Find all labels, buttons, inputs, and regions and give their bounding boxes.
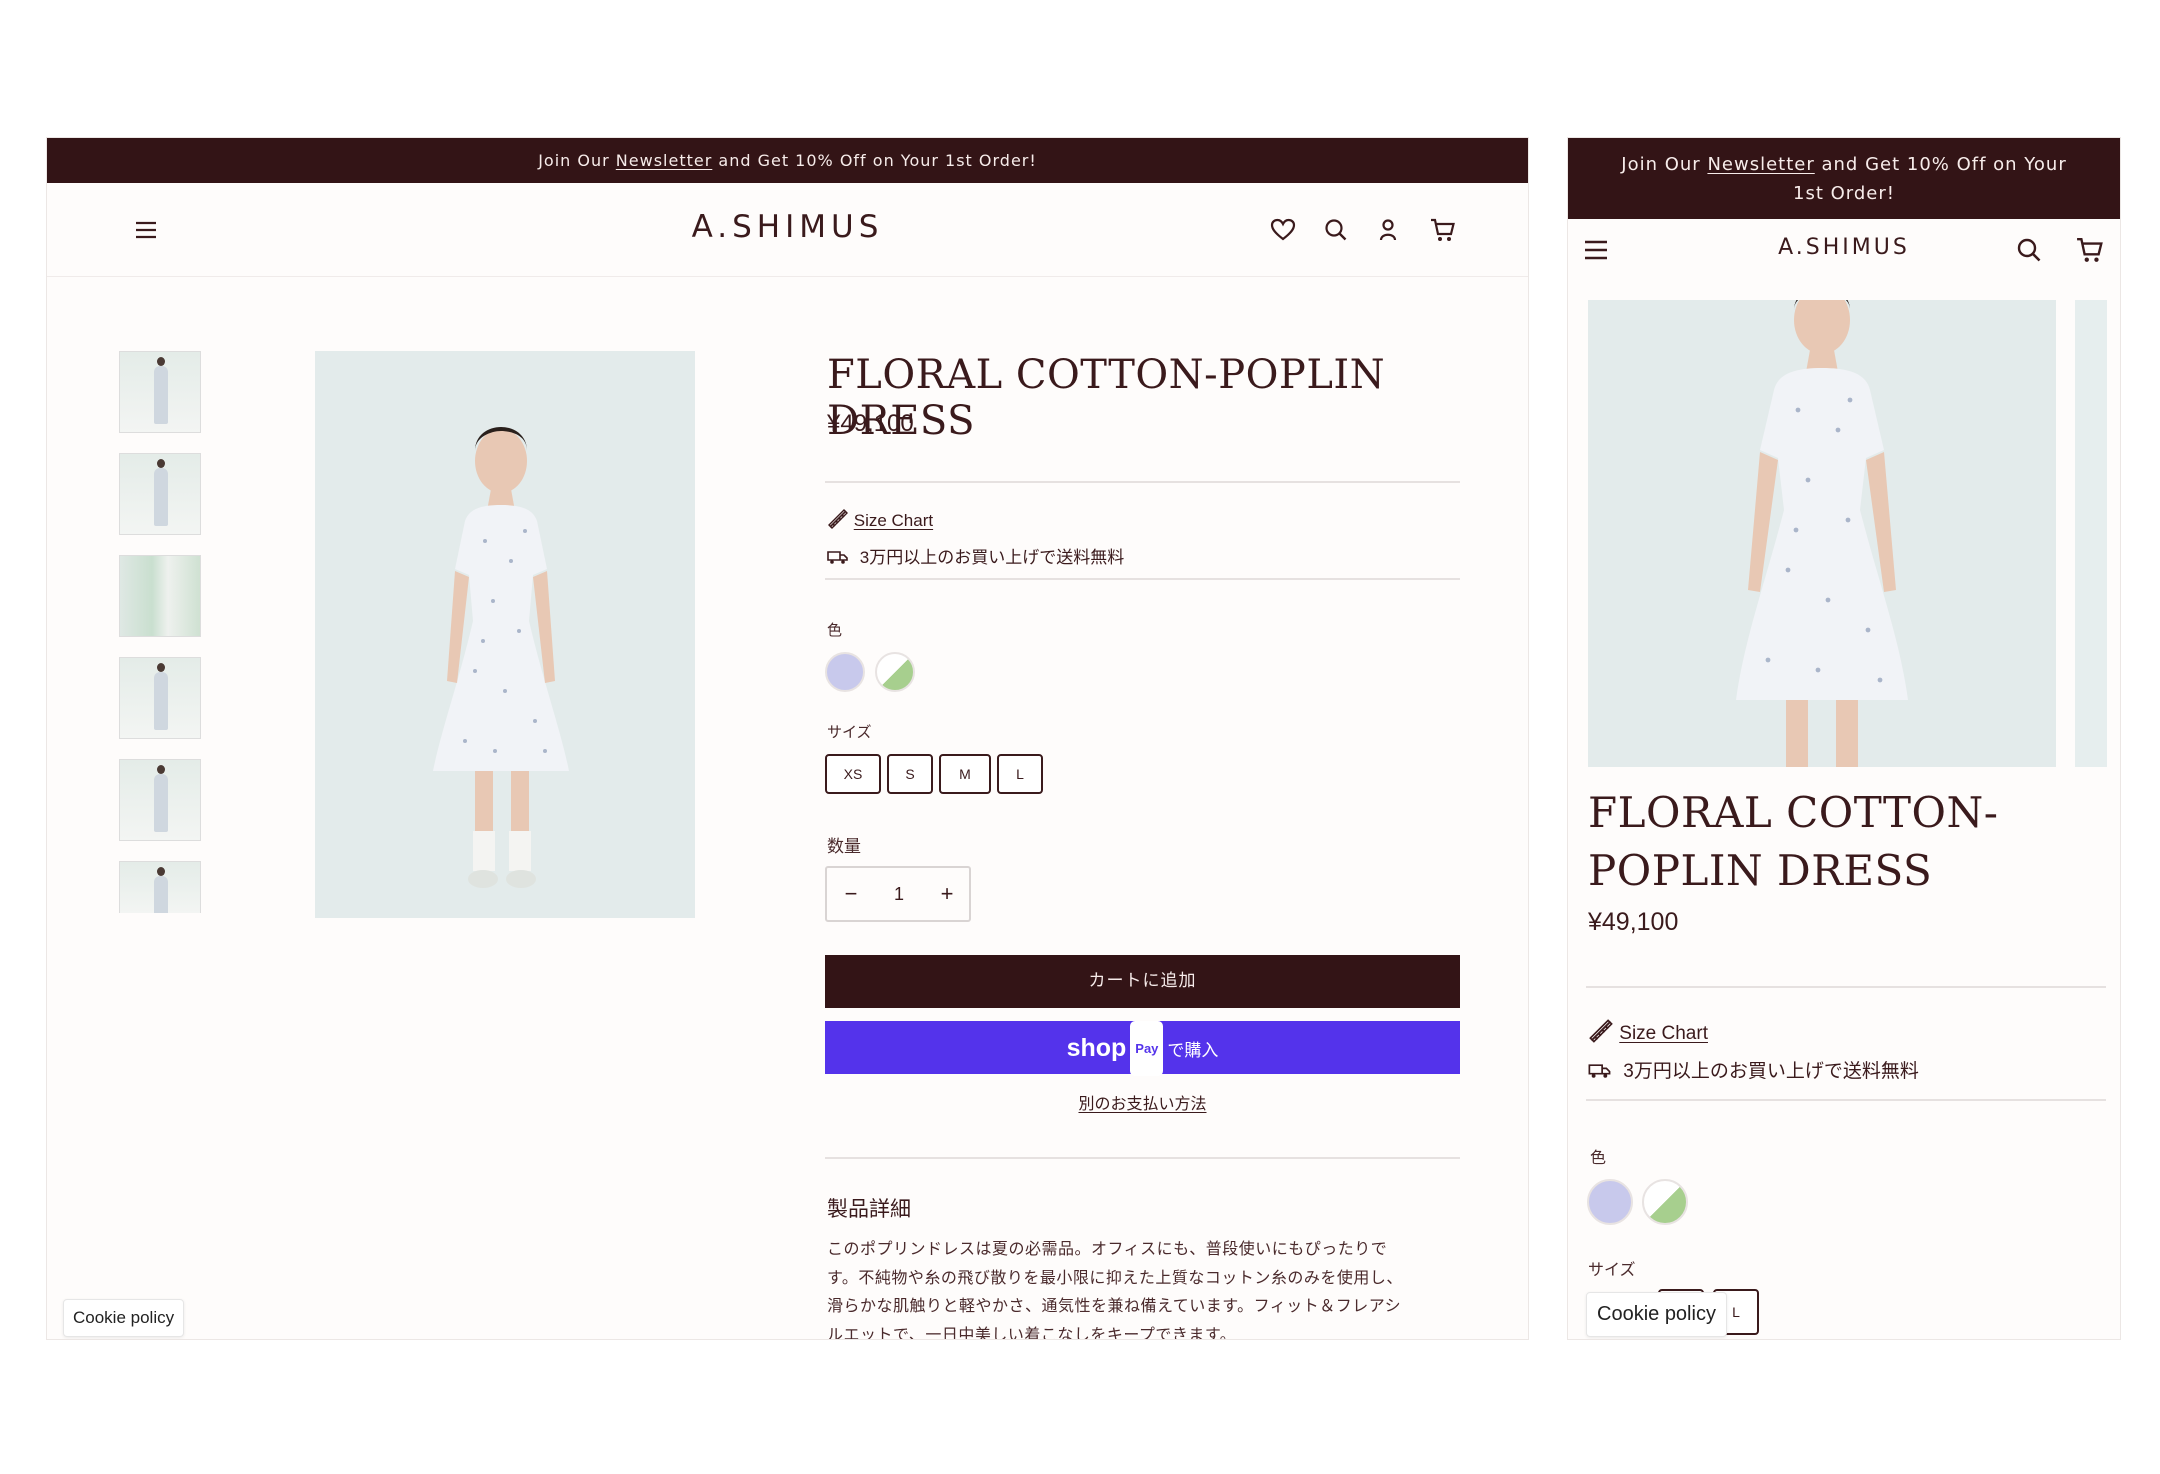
- mobile-view: Join Our Newsletter and Get 10% Off on Y…: [1568, 138, 2120, 1339]
- site-header: A.SHIMUS: [47, 183, 1528, 277]
- desktop-view: Join Our Newsletter and Get 10% Off on Y…: [47, 138, 1528, 1339]
- product-thumbnail[interactable]: [119, 351, 201, 433]
- product-thumbnail[interactable]: [119, 759, 201, 841]
- shop-pay-button[interactable]: shop Pay で購入: [825, 1021, 1460, 1076]
- color-swatch-lavender[interactable]: [1587, 1179, 1633, 1225]
- ruler-icon: [1589, 1019, 1613, 1043]
- shipping-note: 3万円以上のお買い上げで送料無料: [1588, 1056, 1919, 1083]
- cookie-policy-button[interactable]: Cookie policy: [63, 1299, 185, 1337]
- size-label: サイズ: [1588, 1260, 1636, 1279]
- divider: [1586, 986, 2106, 988]
- ruler-icon: [828, 509, 848, 529]
- color-swatch-green[interactable]: [875, 652, 915, 692]
- size-option-s[interactable]: S: [887, 754, 933, 794]
- size-option-xs[interactable]: XS: [825, 754, 881, 794]
- divider: [825, 578, 1460, 580]
- size-chart-link[interactable]: Size Chart: [854, 511, 933, 530]
- product-thumbnail[interactable]: [119, 657, 201, 739]
- newsletter-link[interactable]: Newsletter: [1707, 154, 1814, 175]
- product-price: ¥49,100: [827, 410, 914, 437]
- size-chart-row[interactable]: Size Chart: [1588, 1018, 1708, 1045]
- add-to-cart-button[interactable]: カートに追加: [825, 955, 1460, 1008]
- details-heading: 製品詳細: [827, 1197, 911, 1221]
- other-payment-link[interactable]: 別のお支払い方法: [825, 1090, 1460, 1114]
- color-swatch-lavender[interactable]: [825, 652, 865, 692]
- quantity-increase-button[interactable]: +: [923, 868, 971, 920]
- product-title: FLORAL COTTON-POPLIN DRESS: [827, 352, 1386, 444]
- product-main-image[interactable]: [315, 351, 695, 918]
- product-description: このポプリンドレスは夏の必需品。オフィスにも、普段使いにもぴったりで す。不純物…: [827, 1239, 1403, 1339]
- site-header: A.SHIMUS: [1568, 219, 2120, 279]
- shipping-note: 3万円以上のお買い上げで送料無料: [827, 543, 1124, 568]
- quantity-input[interactable]: 1: [875, 868, 923, 920]
- announcement-bar: Join Our Newsletter and Get 10% Off on Y…: [47, 138, 1528, 183]
- size-chart-link[interactable]: Size Chart: [1619, 1023, 1708, 1044]
- cart-icon[interactable]: [1430, 217, 1456, 243]
- divider: [1586, 1099, 2106, 1101]
- quantity-stepper: − 1 +: [825, 866, 971, 922]
- divider: [825, 1157, 1460, 1159]
- divider: [825, 481, 1460, 483]
- product-main-image[interactable]: [1588, 300, 2056, 767]
- product-title: FLORAL COTTON- POPLIN DRESS: [1588, 788, 1999, 895]
- size-chart-row[interactable]: Size Chart: [827, 508, 933, 531]
- product-thumbnail[interactable]: [119, 861, 201, 913]
- product-thumbnail[interactable]: [119, 453, 201, 535]
- product-price: ¥49,100: [1588, 908, 1679, 936]
- next-image-peek[interactable]: [2075, 300, 2107, 767]
- quantity-label: 数量: [827, 837, 861, 857]
- color-label: 色: [827, 621, 843, 639]
- size-option-m[interactable]: M: [939, 754, 991, 794]
- color-swatch-green[interactable]: [1642, 1179, 1688, 1225]
- truck-icon: [827, 551, 848, 564]
- search-icon[interactable]: [1324, 218, 1348, 242]
- color-label: 色: [1590, 1148, 1607, 1167]
- announcement-bar: Join Our Newsletter and Get 10% Off on Y…: [1568, 138, 2120, 219]
- size-label: サイズ: [827, 723, 872, 741]
- model-figure-illustration: [1736, 300, 1908, 767]
- product-thumbnail[interactable]: [119, 555, 201, 637]
- cookie-policy-button[interactable]: Cookie policy: [1586, 1292, 1727, 1337]
- quantity-decrease-button[interactable]: −: [827, 868, 875, 920]
- size-option-l[interactable]: L: [997, 754, 1043, 794]
- truck-icon: [1588, 1064, 1611, 1078]
- cart-icon[interactable]: [2076, 236, 2104, 264]
- model-figure-illustration: [433, 427, 569, 888]
- search-icon[interactable]: [2016, 237, 2042, 263]
- brand-logo[interactable]: A.SHIMUS: [47, 209, 1528, 245]
- newsletter-link[interactable]: Newsletter: [616, 151, 713, 170]
- heart-icon[interactable]: [1270, 218, 1296, 242]
- account-icon[interactable]: [1378, 218, 1398, 242]
